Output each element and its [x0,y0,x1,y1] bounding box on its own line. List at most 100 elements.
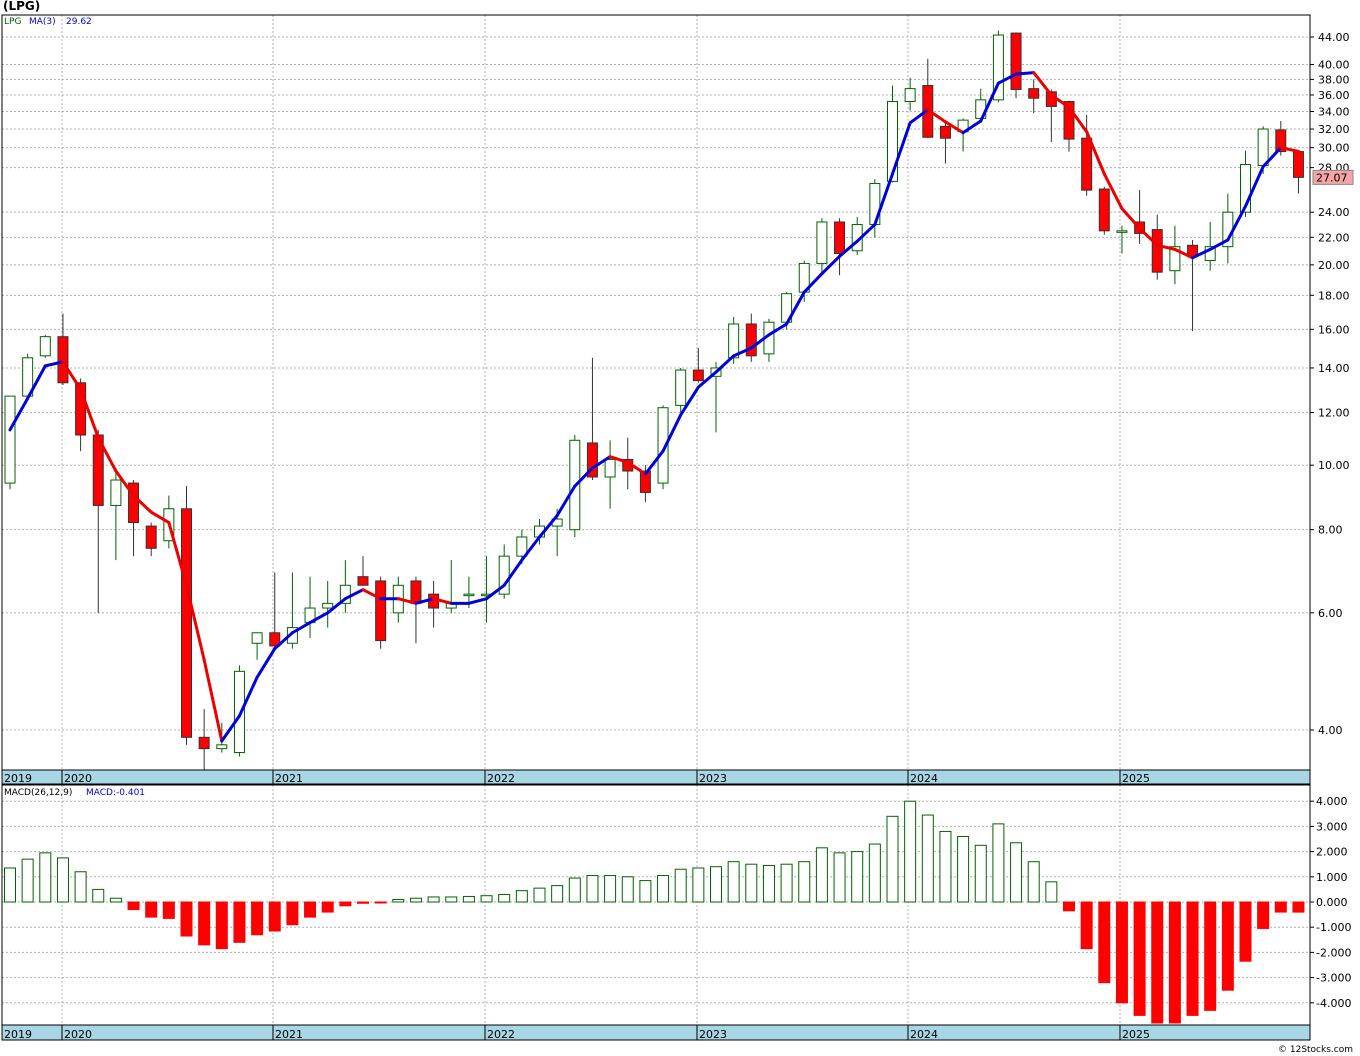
candle [251,632,263,660]
copyright-text: © 12Stocks.com [1278,1045,1353,1055]
macd-bar [304,901,317,918]
macd-tick-label: -1.000 [1316,921,1351,934]
year-label: 2021 [275,1028,303,1041]
macd-bar [462,895,475,903]
candle [181,486,192,745]
macd-bar [992,823,1005,903]
macd-bar [374,901,387,904]
macd-bar [1274,901,1287,913]
macd-bar [1239,901,1252,962]
chart-frames [1,14,1311,1041]
price-tick-label: 40.00 [1318,59,1350,72]
macd-bar [886,815,899,903]
candle [834,218,846,276]
candle [357,556,369,586]
price-tick-label: 38.00 [1318,73,1350,86]
year-label: 2023 [699,772,727,785]
macd-bar [409,897,422,903]
candle-body [1010,32,1022,90]
candle [304,576,316,638]
macd-bar [1063,901,1075,912]
macd-bar [939,830,952,903]
year-label: 2025 [1122,1028,1150,1041]
macd-bar [480,895,493,903]
candle [1098,186,1110,235]
price-tick-label: 30.00 [1318,142,1350,155]
macd-bar [1045,881,1058,903]
macd-bar [109,897,122,903]
macd-bar [251,901,264,936]
candle-body [57,336,69,384]
macd-bar [233,901,246,943]
ma-segment [467,597,489,605]
price-tick-label: 36.00 [1318,89,1350,102]
macd-bar [798,861,811,903]
macd-tick-label: 3.000 [1316,820,1348,833]
macd-bar [215,901,228,950]
macd-bar [56,857,69,903]
candle [957,118,969,152]
candle [586,357,598,481]
candle-body [1292,151,1304,178]
macd-bar [833,852,846,903]
year-label: 2024 [910,772,938,785]
macd-bar [1133,901,1146,1016]
price-tick-label: 16.00 [1318,323,1350,336]
candle-body [463,593,475,597]
candle [322,580,334,628]
macd-bar [974,844,987,903]
macd-tick-label: 0.000 [1316,896,1348,909]
macd-bar [762,864,775,903]
candle-body [216,744,228,750]
ma-segment [714,354,736,374]
macd-tick-label: 1.000 [1316,871,1348,884]
year-label: 2020 [64,772,92,785]
candle [445,560,457,613]
candle [604,440,616,509]
candle [1169,225,1181,285]
last-price-label: 27.07 [1316,171,1348,184]
candle-body [39,336,51,357]
candle [498,544,510,599]
candle [1222,193,1234,264]
price-tick-label: 18.00 [1318,289,1350,302]
candle [745,313,757,362]
macd-bar [392,898,405,903]
year-label: 2022 [487,772,515,785]
macd-bar [339,901,352,907]
candle [904,77,916,111]
macd-bar [515,890,528,903]
year-label: 2020 [64,1028,92,1041]
macd-bar [604,875,617,903]
candle-body [1151,229,1163,273]
price-tick-label: 10.00 [1318,459,1350,472]
macd-legend-value: MACD:-0.401 [86,788,145,798]
candle [1187,239,1199,332]
macd-bar [1257,901,1270,929]
macd-bar [1292,901,1305,913]
candle [4,395,16,490]
price-tick-label: 20.00 [1318,259,1350,272]
price-tick-label: 34.00 [1318,106,1350,119]
candle-body [410,580,422,604]
stock-chart: 4.00 6.00 8.00 10.00 12.00 14.00 16.00 18.00 20.… [1,14,1354,1055]
date-axis-band [1,1024,1311,1041]
macd-bar [1115,901,1128,1004]
macd-bar [868,843,881,903]
macd-bar [1151,901,1164,1024]
legend-symbol: LPG [4,17,21,27]
macd-bar [568,877,581,903]
candle [145,522,157,557]
macd-bar [92,888,105,903]
macd-bar [533,887,546,903]
candle [1010,32,1022,99]
candle [339,560,351,613]
macd-bar [357,901,369,904]
candle-body [675,369,687,406]
candle [57,313,69,385]
candle-body [251,632,263,644]
macd-bar [162,901,175,919]
candle-body [233,670,245,754]
macd-bar [127,901,140,911]
macd-bar [745,863,758,903]
